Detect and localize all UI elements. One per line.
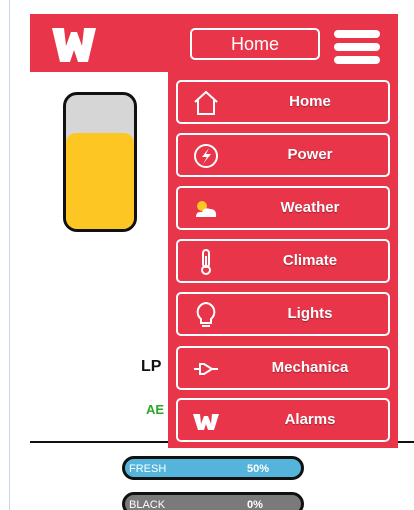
thermometer-icon — [201, 249, 211, 275]
fresh-bar-percent: 50% — [247, 463, 270, 475]
menu-item-home[interactable]: Home — [176, 80, 390, 124]
house-icon — [194, 90, 218, 115]
menu-item-power[interactable]: Power — [176, 133, 390, 177]
menu-item-label: Power — [287, 146, 333, 163]
menu-item-label: Climate — [282, 252, 338, 269]
menu-item-label: Mechanica — [271, 359, 349, 376]
plug-icon — [194, 363, 218, 375]
fresh-water-bar: FRESH 50% — [122, 456, 304, 480]
left-border-line — [9, 0, 10, 510]
w-logo-icon — [193, 414, 219, 430]
menu-item-mechanica[interactable]: Mechanica — [176, 346, 390, 390]
menu-item-label: Alarms — [284, 411, 336, 428]
lp-tank-gauge — [63, 92, 137, 232]
cloud-sun-icon — [196, 201, 217, 217]
menu-item-lights[interactable]: Lights — [176, 292, 390, 336]
hamburger-icon[interactable] — [334, 30, 380, 64]
black-bar-label: BLACK — [129, 499, 166, 510]
tank-level-fill — [66, 132, 134, 229]
menu-item-label: Home — [289, 93, 331, 110]
lightbulb-icon — [196, 301, 216, 327]
w-logo-icon[interactable] — [52, 28, 96, 62]
menu-item-alarms[interactable]: Alarms — [176, 398, 390, 442]
black-bar-percent: 0% — [247, 499, 263, 510]
power-bolt-icon — [194, 144, 218, 168]
current-page-button[interactable]: Home — [190, 28, 320, 60]
fresh-bar-label: FRESH — [129, 463, 167, 475]
menu-item-weather[interactable]: Weather — [176, 186, 390, 230]
menu-item-label: Weather — [280, 199, 340, 216]
tank-label: LP — [141, 358, 162, 375]
menu-item-label: Lights — [287, 305, 333, 322]
status-label: AE — [146, 402, 165, 417]
black-water-bar: BLACK 0% — [122, 492, 304, 510]
menu-item-climate[interactable]: Climate — [176, 239, 390, 283]
